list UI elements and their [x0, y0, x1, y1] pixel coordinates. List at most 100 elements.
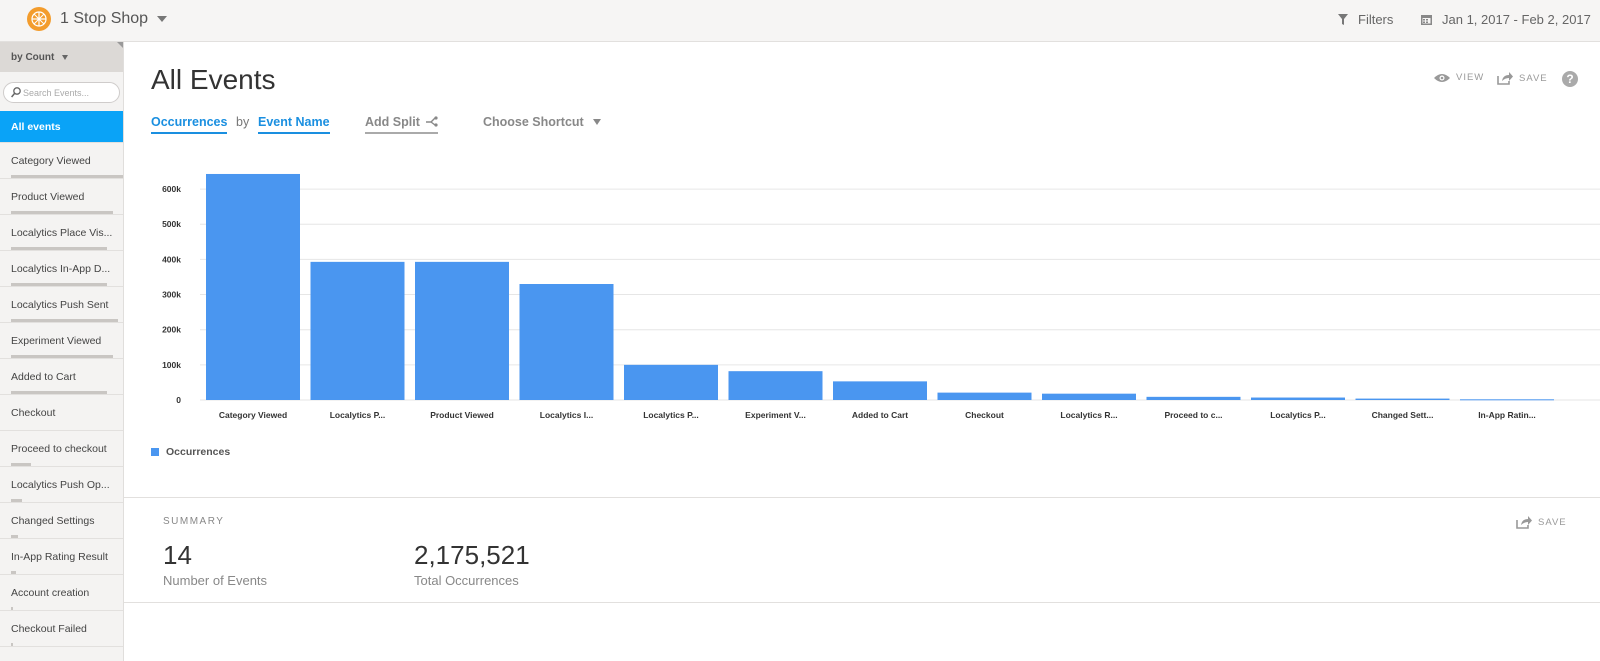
bar[interactable]	[206, 173, 300, 400]
y-tick-label: 300k	[162, 290, 181, 300]
sidebar-event-item[interactable]: Product Viewed	[0, 179, 123, 215]
collapse-corner-icon[interactable]	[117, 42, 123, 49]
share-icon	[1497, 72, 1513, 85]
sidebar-event-item[interactable]: Account creation	[0, 575, 123, 611]
save-button[interactable]: SAVE	[1497, 72, 1548, 85]
x-tick-label: Localytics I...	[540, 410, 593, 420]
sidebar-event-item[interactable]: Experiment Viewed	[0, 323, 123, 359]
sidebar-event-item[interactable]: Localytics In-App D...	[0, 251, 123, 287]
event-list: All events Category Viewed Product Viewed L…	[0, 111, 123, 647]
x-tick-label: Localytics P...	[643, 410, 699, 420]
event-share-bar	[11, 175, 123, 178]
x-tick-label: Localytics P...	[330, 410, 386, 420]
sidebar-event-item[interactable]: Added to Cart	[0, 359, 123, 395]
sidebar-event-item[interactable]: Localytics Place Vis...	[0, 215, 123, 251]
save-label: SAVE	[1519, 73, 1548, 84]
x-tick-label: Changed Sett...	[1372, 410, 1434, 420]
events-sidebar: by Count All events Category Viewed Produc…	[0, 42, 124, 661]
stat-total-occurrences-value: 2,175,521	[414, 540, 530, 570]
event-share-bar	[11, 463, 31, 466]
bar[interactable]	[1355, 398, 1450, 400]
bar[interactable]	[1251, 397, 1345, 400]
sidebar-event-item[interactable]: All events	[0, 111, 123, 143]
app-name[interactable]: 1 Stop Shop	[60, 10, 148, 28]
bar[interactable]	[1146, 396, 1241, 400]
bar[interactable]	[833, 381, 927, 400]
sort-dropdown[interactable]: by Count	[0, 42, 123, 72]
sidebar-event-item[interactable]: Proceed to checkout	[0, 431, 123, 467]
choose-shortcut-dropdown[interactable]: Choose Shortcut	[483, 115, 601, 129]
app-switcher-chevron-down-icon[interactable]	[157, 16, 167, 22]
occurrences-bar-chart: 0 100k 200k 300k 400k 500k 600k Category Viewed…	[162, 173, 1600, 420]
sidebar-event-item[interactable]: Category Viewed	[0, 143, 123, 179]
event-share-bar	[11, 211, 113, 214]
event-share-bar	[11, 355, 113, 358]
stat-number-of-events-value: 14	[163, 540, 192, 570]
dimension-selector[interactable]: Event Name	[258, 115, 330, 134]
sidebar-event-label: Category Viewed	[11, 155, 91, 167]
filters-label: Filters	[1358, 12, 1394, 27]
sidebar-event-item[interactable]: Localytics Push Op...	[0, 467, 123, 503]
sidebar-event-item[interactable]: Checkout	[0, 395, 123, 431]
bar[interactable]	[1042, 393, 1136, 400]
sidebar-event-item[interactable]: Checkout Failed	[0, 611, 123, 647]
date-range-picker[interactable]: Jan 1, 2017 - Feb 2, 2017	[1421, 12, 1591, 27]
bar[interactable]	[728, 371, 823, 400]
event-share-bar	[11, 607, 13, 610]
legend-label: Occurrences	[166, 446, 231, 458]
help-icon[interactable]: ?	[1562, 71, 1578, 87]
sidebar-event-label: Added to Cart	[11, 371, 76, 383]
sidebar-event-label: All events	[11, 121, 61, 133]
sidebar-event-label: Changed Settings	[11, 515, 95, 527]
event-share-bar	[11, 319, 118, 322]
y-tick-label: 100k	[162, 360, 181, 370]
bar[interactable]	[1460, 399, 1554, 401]
share-icon	[1516, 516, 1532, 529]
search-events-input[interactable]	[23, 85, 117, 100]
shortcut-label: Choose Shortcut	[483, 115, 584, 129]
bar[interactable]	[937, 392, 1032, 400]
sidebar-event-item[interactable]: Changed Settings	[0, 503, 123, 539]
x-tick-label: In-App Ratin...	[1478, 410, 1536, 420]
add-split-label: Add Split	[365, 115, 420, 129]
chevron-down-icon	[592, 119, 601, 125]
sidebar-event-label: Account creation	[11, 587, 90, 599]
date-range-label: Jan 1, 2017 - Feb 2, 2017	[1442, 12, 1591, 27]
bar[interactable]	[415, 261, 509, 400]
x-tick-label: Added to Cart	[852, 410, 908, 420]
event-share-bar	[11, 535, 18, 538]
legend-swatch	[151, 448, 159, 456]
stat-total-occurrences-label: Total Occurrences	[414, 573, 519, 588]
bar[interactable]	[310, 261, 405, 400]
sidebar-event-label: Experiment Viewed	[11, 335, 102, 347]
y-tick-label: 0	[176, 395, 181, 405]
add-split-button[interactable]: Add Split	[365, 115, 439, 134]
summary-divider-bottom	[124, 602, 1600, 603]
calendar-icon	[1421, 15, 1432, 25]
event-share-bar	[11, 391, 107, 394]
sidebar-event-label: In-App Rating Result	[11, 551, 108, 563]
event-share-bar	[11, 283, 107, 286]
split-icon	[426, 116, 438, 127]
search-events-field[interactable]	[3, 82, 120, 103]
filters-button[interactable]: Filters	[1338, 12, 1393, 27]
sidebar-event-item[interactable]: In-App Rating Result	[0, 539, 123, 575]
bar[interactable]	[519, 284, 614, 400]
top-bar: 1 Stop Shop Filters Jan 1, 2017 - Feb 2,…	[0, 0, 1600, 42]
sidebar-event-label: Localytics Place Vis...	[11, 227, 113, 239]
event-share-bar	[11, 247, 107, 250]
page-title: All Events	[151, 64, 276, 95]
x-tick-label: Experiment V...	[745, 410, 806, 420]
summary-divider-top	[124, 497, 1600, 498]
eye-icon	[1434, 73, 1450, 82]
sidebar-event-label: Product Viewed	[11, 191, 85, 203]
summary-save-button[interactable]: SAVE	[1516, 516, 1567, 529]
sidebar-event-item[interactable]: Localytics Push Sent	[0, 287, 123, 323]
app-logo-icon[interactable]	[26, 6, 52, 32]
bar[interactable]	[624, 364, 718, 400]
metric-selector[interactable]: Occurrences	[151, 115, 228, 134]
y-tick-label: 400k	[162, 254, 181, 264]
view-button[interactable]: VIEW	[1434, 72, 1484, 83]
y-tick-label: 500k	[162, 219, 181, 229]
x-tick-label: Localytics P...	[1270, 410, 1326, 420]
